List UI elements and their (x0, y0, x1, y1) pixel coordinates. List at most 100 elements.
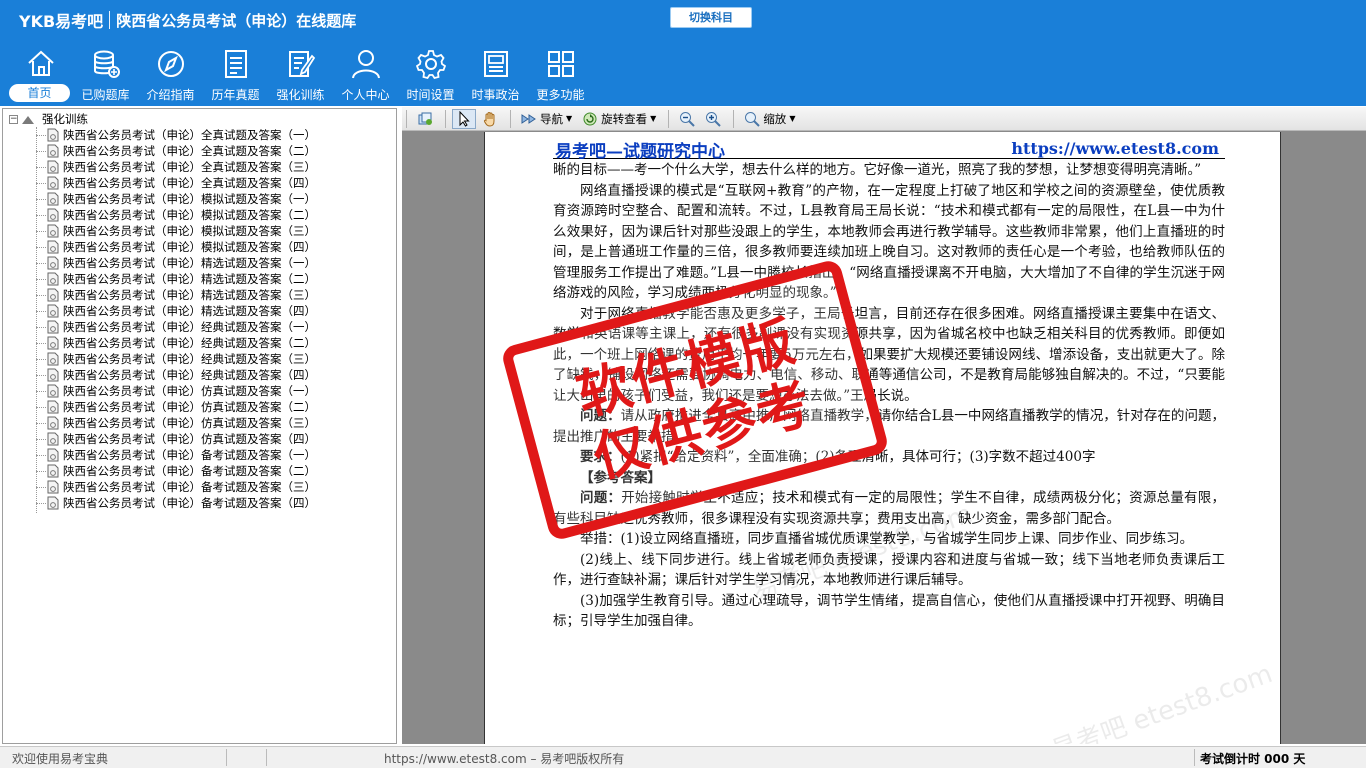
document-paragraph: (3)加强学生教育引导。通过心理疏导，调节学生情绪，提高自信心，使他们从直播授课… (553, 591, 1225, 632)
nav-more[interactable]: 更多功能 (528, 48, 593, 104)
tree-item[interactable]: 陕西省公务员考试（申论）经典试题及答案（一） (3, 319, 396, 335)
tree-connector (36, 295, 46, 296)
nav-time-settings[interactable]: 时间设置 (398, 48, 463, 104)
brand: YKB易考吧 陕西省公务员考试（申论）在线题库 (19, 8, 356, 32)
document-paragraph: 问题：开始接触时学生不适应；技术和模式有一定的局限性；学生不自律，成绩两极分化；… (553, 488, 1225, 529)
toolbar-separator (668, 109, 670, 128)
tree-item-label: 陕西省公务员考试（申论）备考试题及答案（四） (63, 496, 316, 510)
tree-item[interactable]: 陕西省公务员考试（申论）备考试题及答案（四） (3, 495, 396, 511)
tree-connector (36, 247, 46, 248)
app-title: 陕西省公务员考试（申论）在线题库 (116, 11, 357, 30)
tree-item[interactable]: 陕西省公务员考试（申论）全真试题及答案（一） (3, 127, 396, 143)
tree-item[interactable]: 陕西省公务员考试（申论）备考试题及答案（一） (3, 447, 396, 463)
paragraph-text: 开始接触时学生不适应；技术和模式有一定的局限性；学生不自律，成绩两极分化；资源总… (553, 490, 1226, 527)
status-divider (1194, 749, 1195, 766)
paragraph-lead: 问题： (580, 408, 621, 424)
document-page[interactable]: 易考吧—试题研究中心 https://www.etest8.com 晰的目标——… (484, 132, 1281, 744)
nav-guide[interactable]: 介绍指南 (138, 48, 203, 104)
question-bank-tree[interactable]: − 强化训练 陕西省公务员考试（申论）全真试题及答案（一） 陕西省公务员考试（申论… (2, 108, 397, 744)
tree-item[interactable]: 陕西省公务员考试（申论）模拟试题及答案（二） (3, 207, 396, 223)
zoom-label: 缩放 (763, 111, 787, 126)
tree-item[interactable]: 陕西省公务员考试（申论）全真试题及答案（三） (3, 159, 396, 175)
tree-item[interactable]: 陕西省公务员考试（申论）仿真试题及答案（三） (3, 415, 396, 431)
tree-item[interactable]: 陕西省公务员考试（申论）精选试题及答案（四） (3, 303, 396, 319)
document-icon (47, 288, 59, 302)
nav-past-exams[interactable]: 历年真题 (203, 48, 268, 104)
nav-current-affairs[interactable]: 时事政治 (463, 48, 528, 104)
document-icon (47, 304, 59, 318)
document-icon (47, 352, 59, 366)
document-icon (47, 464, 59, 478)
document-header-url: https://www.etest8.com (1011, 139, 1219, 158)
document-body: 晰的目标——考一个什么大学，想去什么样的地方。它好像一道光，照亮了我的梦想，让梦… (553, 160, 1225, 632)
app-header: YKB易考吧 陕西省公务员考试（申论）在线题库 切换科目 首页 已购题库 介绍指… (0, 0, 1366, 106)
document-paragraph: 问题：请从政府推进全县高中推广网络直播教学，请你结合L县一中网络直播教学的情况，… (553, 406, 1225, 447)
tree-connector (36, 167, 46, 168)
tree-connector (36, 487, 46, 488)
nav-personal[interactable]: 个人中心 (333, 48, 398, 104)
navigate-dropdown[interactable]: 导航 ▼ (517, 109, 576, 129)
tree-collapse-toggle[interactable]: − (9, 114, 18, 124)
nav-current-affairs-label: 时事政治 (471, 88, 520, 102)
switch-subject-button[interactable]: 切换科目 (670, 7, 752, 28)
paragraph-text: (1)紧扣“给定资料”，全面准确；(2)条理清晰，具体可行；(3)字数不超过40… (620, 449, 1096, 465)
tree-item[interactable]: 陕西省公务员考试（申论）仿真试题及答案（一） (3, 383, 396, 399)
tree-item[interactable]: 陕西省公务员考试（申论）全真试题及答案（四） (3, 175, 396, 191)
tree-item[interactable]: 陕西省公务员考试（申论）模拟试题及答案（三） (3, 223, 396, 239)
hand-tool-button[interactable] (478, 109, 502, 129)
tree-item[interactable]: 陕西省公务员考试（申论）经典试题及答案（四） (3, 367, 396, 383)
rotate-dropdown[interactable]: 旋转查看 ▼ (578, 109, 660, 129)
document-paragraph: 举措：(1)设立网络直播班，同步直播省城优质课堂教学，与省城学生同步上课、同步作… (553, 529, 1225, 550)
tree-item[interactable]: 陕西省公务员考试（申论）全真试题及答案（二） (3, 143, 396, 159)
status-bar: 欢迎使用易考宝典 https://www.etest8.com – 易考吧版权所… (0, 746, 1366, 768)
nav-guide-label: 介绍指南 (146, 88, 195, 102)
nav-training-label: 强化训练 (276, 88, 325, 102)
tree-connector (36, 199, 46, 200)
paragraph-lead: 问题： (580, 490, 622, 506)
tree-item[interactable]: 陕西省公务员考试（申论）仿真试题及答案（四） (3, 431, 396, 447)
tree-item[interactable]: 陕西省公务员考试（申论）仿真试题及答案（二） (3, 399, 396, 415)
tree-item[interactable]: 陕西省公务员考试（申论）经典试题及答案（三） (3, 351, 396, 367)
tree-item[interactable]: 陕西省公务员考试（申论）精选试题及答案（二） (3, 271, 396, 287)
tree-connector (36, 343, 46, 344)
tree-item[interactable]: 陕西省公务员考试（申论）精选试题及答案（一） (3, 255, 396, 271)
select-tool-button[interactable] (452, 108, 476, 129)
status-welcome: 欢迎使用易考宝典 (12, 752, 109, 766)
tree-item[interactable]: 陕西省公务员考试（申论）模拟试题及答案（一） (3, 191, 396, 207)
nav-home[interactable]: 首页 (8, 48, 73, 104)
zoom-in-button[interactable] (701, 109, 725, 129)
tree-item[interactable]: 陕西省公务员考试（申论）精选试题及答案（三） (3, 287, 396, 303)
tree-item-label: 陕西省公务员考试（申论）模拟试题及答案（四） (63, 240, 316, 254)
tree-item-label: 陕西省公务员考试（申论）仿真试题及答案（二） (63, 400, 316, 414)
tree-item[interactable]: 陕西省公务员考试（申论）备考试题及答案（三） (3, 479, 396, 495)
status-countdown: 考试倒计时 000 天 (1200, 752, 1306, 766)
document-icon (47, 400, 59, 414)
tree-root-label: 强化训练 (42, 112, 88, 126)
nav-purchased[interactable]: 已购题库 (73, 48, 138, 104)
paragraph-text: 网络直播授课的模式是“互联网+教育”的产物，在一定程度上打破了地区和学校之间的资… (553, 182, 1225, 302)
hand-icon (483, 111, 495, 127)
paragraph-lead: 【参考答案】 (580, 469, 661, 486)
tree-item-label: 陕西省公务员考试（申论）备考试题及答案（一） (63, 448, 316, 462)
nav-purchased-label: 已购题库 (81, 88, 130, 102)
document-icon (47, 496, 59, 510)
tree-item[interactable]: 陕西省公务员考试（申论）经典试题及答案（二） (3, 335, 396, 351)
document-icon (47, 368, 59, 382)
zoom-dropdown[interactable]: 缩放 ▼ (740, 109, 799, 129)
document-icon (47, 432, 59, 446)
tree-connector (36, 231, 46, 232)
paragraph-text: 对于网络直播教学能否惠及更多学子，王局长坦言，目前还存在很多困难。网络直播授课主… (553, 305, 1225, 404)
document-icon (47, 416, 59, 430)
thumbnails-button[interactable] (413, 109, 437, 129)
zoom-out-button[interactable] (675, 109, 699, 129)
tree-item[interactable]: 陕西省公务员考试（申论）备考试题及答案（二） (3, 463, 396, 479)
document-list-icon (224, 50, 247, 78)
nav-home-label: 首页 (9, 84, 70, 102)
viewer-toolbar: 导航 ▼ 旋转查看 ▼ 缩放 ▼ (402, 107, 1366, 131)
nav-training[interactable]: 强化训练 (268, 48, 333, 104)
tree-connector (36, 263, 46, 264)
toolbar-separator (510, 109, 511, 128)
tree-root-node[interactable]: − 强化训练 (9, 111, 88, 127)
tree-item[interactable]: 陕西省公务员考试（申论）模拟试题及答案（四） (3, 239, 396, 255)
document-icon (47, 224, 59, 238)
